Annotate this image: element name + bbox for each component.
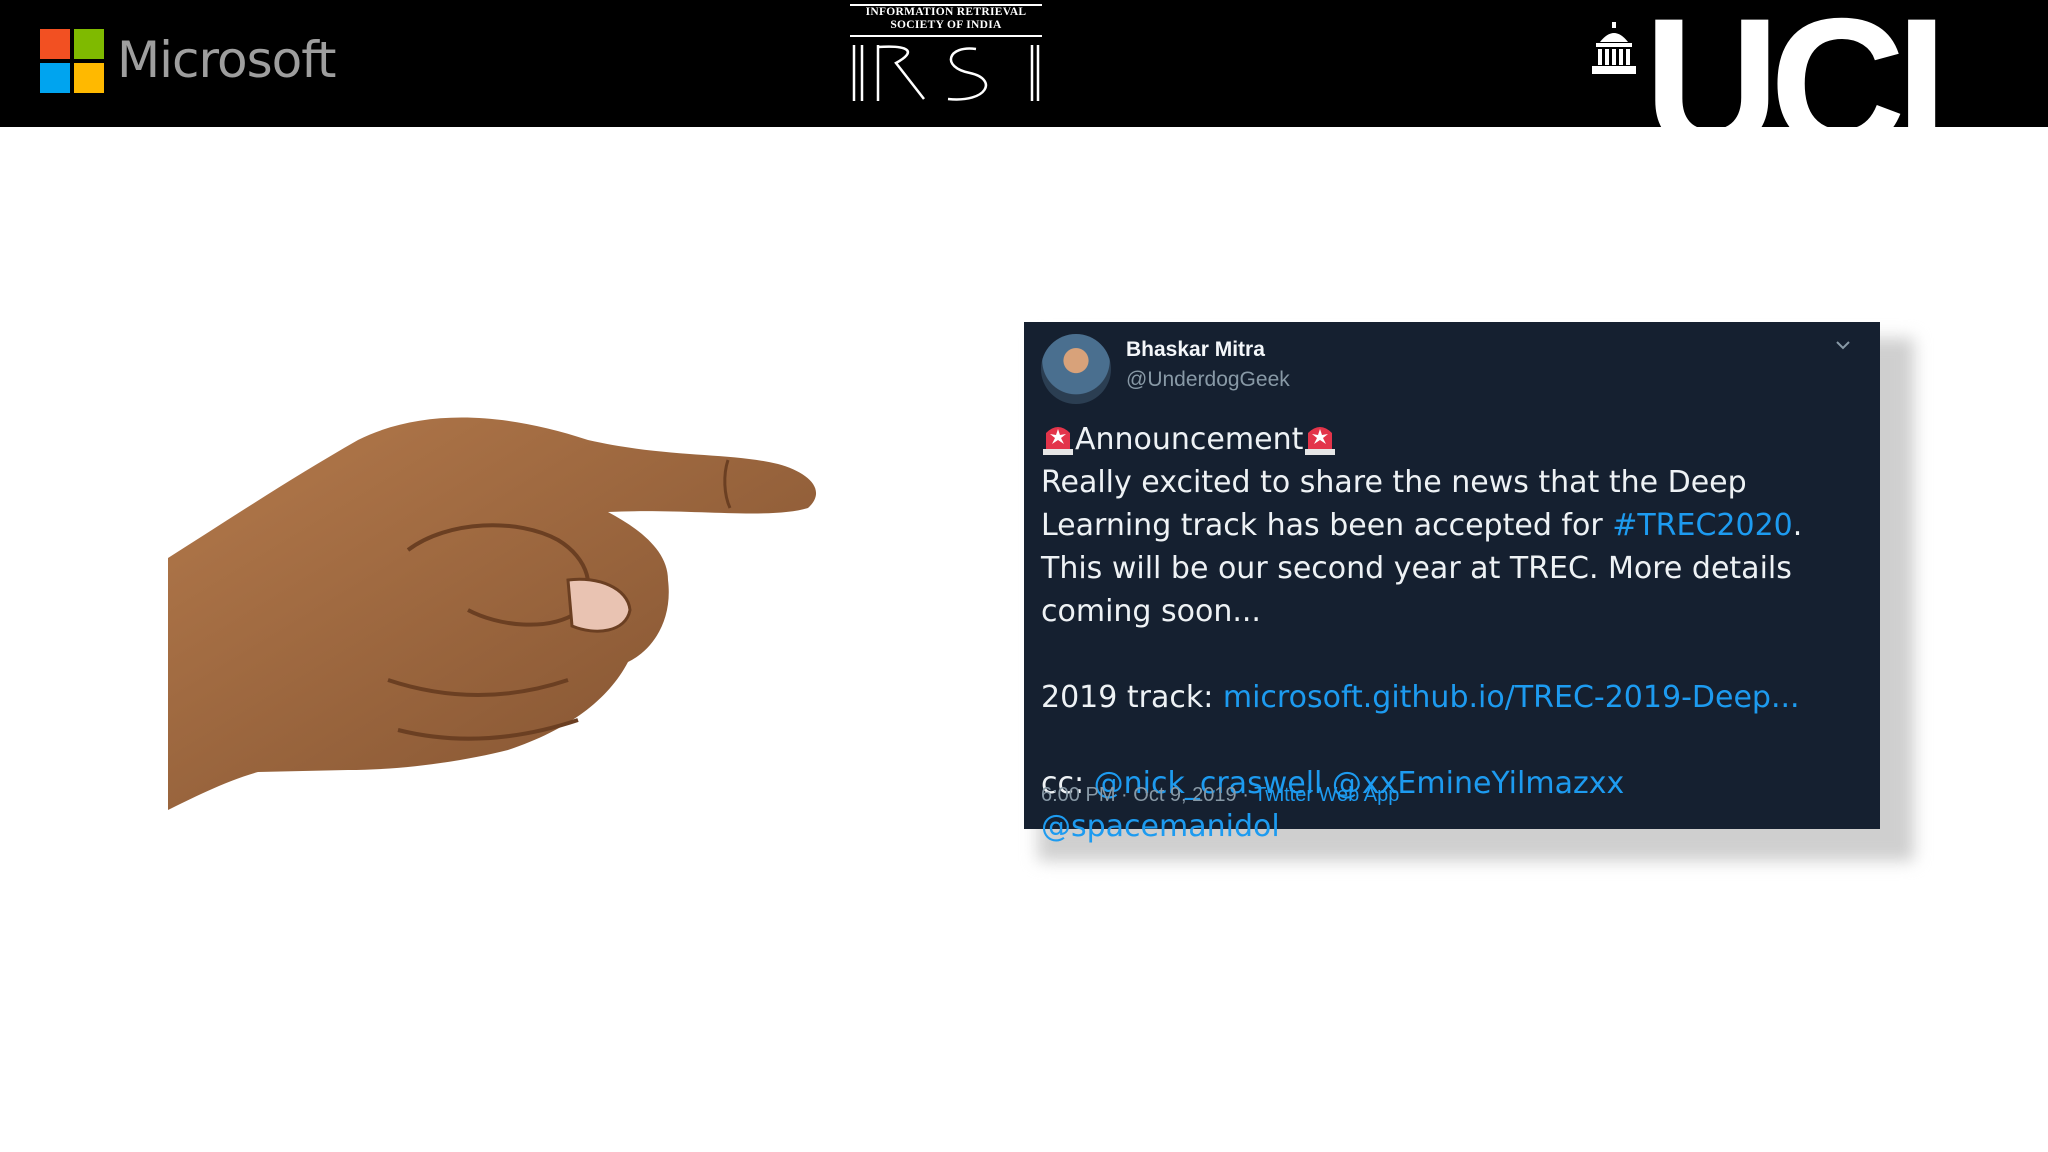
avatar[interactable] <box>1041 334 1111 404</box>
track-line: 2019 track: microsoft.github.io/TREC-201… <box>1041 676 1871 719</box>
announcement-line: Announcement <box>1041 418 1871 461</box>
announcement-text: Announcement <box>1075 422 1304 457</box>
irsi-caption-line1: INFORMATION RETRIEVAL <box>865 6 1027 18</box>
irsi-logo: INFORMATION RETRIEVAL SOCIETY OF INDIA <box>848 4 1044 122</box>
source-app-link[interactable]: Twitter Web App <box>1254 784 1399 806</box>
microsoft-logo-icon <box>40 29 104 93</box>
hashtag-link[interactable]: #TREC2020 <box>1612 508 1793 543</box>
track-label: 2019 track: <box>1041 680 1223 715</box>
tweet-meta: 6:00 PM · Oct 9, 2019 · Twitter Web App <box>1041 784 1399 807</box>
track-link[interactable]: microsoft.github.io/TREC-2019-Deep... <box>1223 680 1800 715</box>
ucl-wordmark: UCL <box>1644 0 2010 189</box>
author-name[interactable]: Bhaskar Mitra <box>1126 338 1265 362</box>
police-light-icon <box>1305 427 1336 455</box>
chevron-down-icon[interactable] <box>1834 336 1852 354</box>
timestamp[interactable]: 6:00 PM · Oct 9, 2019 · <box>1041 784 1254 806</box>
tweet-card[interactable]: Bhaskar Mitra @UnderdogGeek Announcement… <box>1024 322 1880 844</box>
microsoft-wordmark: Microsoft <box>117 31 337 89</box>
tweet-paragraph: Really excited to share the news that th… <box>1041 461 1871 633</box>
ucl-portico-icon <box>1592 22 1636 74</box>
police-light-icon <box>1043 427 1073 455</box>
header-bar: Microsoft INFORMATION RETRIEVAL SOCIETY … <box>0 0 2048 178</box>
pointing-hand-icon <box>168 417 817 810</box>
irsi-caption-line2: SOCIETY OF INDIA <box>890 19 1002 31</box>
author-handle[interactable]: @UnderdogGeek <box>1126 368 1290 392</box>
irsi-mark-icon <box>852 45 1040 101</box>
mention-link[interactable]: @spacemanidol <box>1041 809 1280 844</box>
